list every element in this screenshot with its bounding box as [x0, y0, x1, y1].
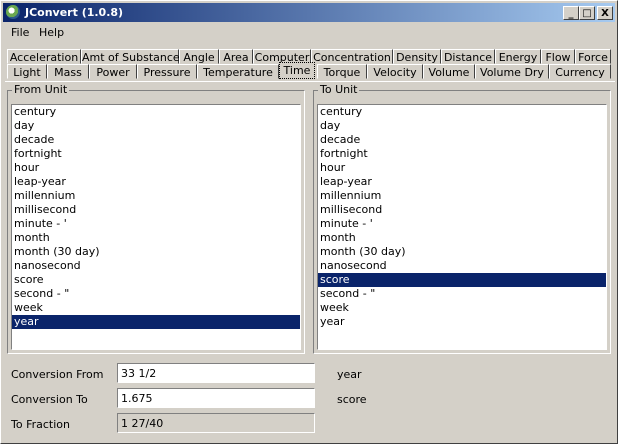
to-unit-list-item[interactable]: second - ": [318, 287, 606, 301]
to-unit-list-item[interactable]: leap-year: [318, 175, 606, 189]
tab-energy[interactable]: Energy: [495, 49, 541, 64]
to-unit-list-item[interactable]: hour: [318, 161, 606, 175]
menu-bar: File Help: [3, 23, 615, 43]
to-unit-list-item[interactable]: year: [318, 315, 606, 329]
tab-currency[interactable]: Currency: [549, 64, 611, 79]
from-unit-list-item[interactable]: leap-year: [12, 175, 300, 189]
conversion-from-label: Conversion From: [11, 368, 104, 381]
from-unit-list-item[interactable]: score: [12, 273, 300, 287]
tab-time[interactable]: Time: [279, 62, 315, 79]
menu-help-label: Help: [39, 26, 65, 39]
from-unit-list-item[interactable]: month: [12, 231, 300, 245]
tab-acceleration[interactable]: Acceleration: [7, 49, 81, 64]
tab-light[interactable]: Light: [7, 64, 47, 79]
from-unit-list-item[interactable]: day: [12, 119, 300, 133]
tab-angle[interactable]: Angle: [179, 49, 219, 64]
category-tabs: Acceleration Amt of Substance Angle Area…: [5, 47, 615, 81]
menu-help[interactable]: Help: [39, 26, 64, 39]
menu-file[interactable]: File: [11, 26, 29, 39]
conversion-to-unit: score: [337, 393, 367, 406]
to-fraction-field: 1 27/40: [117, 413, 315, 433]
from-unit-list-item[interactable]: second - ": [12, 287, 300, 301]
time-panel: From Unit century day decade fortnight hour l…: [5, 81, 615, 358]
tab-concentration[interactable]: Concentration: [311, 49, 393, 64]
to-unit-list-item[interactable]: fortnight: [318, 147, 606, 161]
minimize-button[interactable]: _: [563, 6, 579, 20]
tab-amt-of-substance[interactable]: Amt of Substance: [81, 49, 180, 64]
from-unit-list-item[interactable]: millisecond: [12, 203, 300, 217]
tab-power[interactable]: Power: [89, 64, 137, 79]
from-unit-list-item[interactable]: week: [12, 301, 300, 315]
tab-torque[interactable]: Torque: [317, 64, 367, 79]
conversion-to-field[interactable]: 1.675: [117, 388, 315, 408]
to-unit-list-item[interactable]: millisecond: [318, 203, 606, 217]
tab-volume-dry[interactable]: Volume Dry: [475, 64, 549, 79]
from-unit-list-item[interactable]: month (30 day): [12, 245, 300, 259]
to-unit-list[interactable]: century day decade fortnight hour leap-year mi…: [317, 104, 607, 350]
from-unit-list-item[interactable]: year: [12, 315, 300, 329]
from-unit-list-item[interactable]: millennium: [12, 189, 300, 203]
tab-temperature[interactable]: Temperature: [197, 64, 279, 79]
close-button[interactable]: X: [597, 6, 613, 20]
app-window: JConvert (1.0.8) _ □ X File Help Acceler…: [0, 0, 618, 444]
maximize-button[interactable]: □: [579, 6, 595, 20]
from-unit-list-item[interactable]: century: [12, 105, 300, 119]
to-unit-label: To Unit: [318, 83, 360, 96]
tab-velocity[interactable]: Velocity: [367, 64, 423, 79]
from-unit-list-item[interactable]: hour: [12, 161, 300, 175]
tab-area[interactable]: Area: [219, 49, 253, 64]
to-unit-list-item[interactable]: century: [318, 105, 606, 119]
tab-density[interactable]: Density: [393, 49, 441, 64]
from-unit-list[interactable]: century day decade fortnight hour leap-year mi…: [11, 104, 301, 350]
tab-pressure[interactable]: Pressure: [137, 64, 197, 79]
from-unit-list-item[interactable]: nanosecond: [12, 259, 300, 273]
conversion-to-label: Conversion To: [11, 393, 88, 406]
to-unit-list-item[interactable]: millennium: [318, 189, 606, 203]
from-unit-group: From Unit century day decade fortnight hour l…: [7, 83, 305, 354]
to-unit-list-item[interactable]: minute - ': [318, 217, 606, 231]
to-unit-list-item[interactable]: nanosecond: [318, 259, 606, 273]
to-unit-list-item[interactable]: day: [318, 119, 606, 133]
conversion-from-unit: year: [337, 368, 362, 381]
from-unit-list-item[interactable]: minute - ': [12, 217, 300, 231]
to-unit-list-item[interactable]: score: [318, 273, 606, 287]
from-unit-list-item[interactable]: fortnight: [12, 147, 300, 161]
to-unit-list-item[interactable]: decade: [318, 133, 606, 147]
tab-flow[interactable]: Flow: [541, 49, 575, 64]
tab-force[interactable]: Force: [575, 49, 611, 64]
to-unit-list-item[interactable]: week: [318, 301, 606, 315]
app-icon: [6, 5, 20, 19]
tab-volume[interactable]: Volume: [423, 64, 475, 79]
conversion-from-input[interactable]: 33 1/2: [117, 363, 315, 383]
from-unit-label: From Unit: [12, 83, 70, 96]
window-title: JConvert (1.0.8): [25, 6, 124, 19]
to-unit-group: To Unit century day decade fortnight hour lea…: [313, 83, 611, 354]
menu-file-label: File: [11, 26, 30, 39]
to-fraction-label: To Fraction: [11, 418, 70, 431]
to-unit-list-item[interactable]: month: [318, 231, 606, 245]
title-bar[interactable]: JConvert (1.0.8) _ □ X: [3, 3, 615, 22]
from-unit-list-item[interactable]: decade: [12, 133, 300, 147]
to-unit-list-item[interactable]: month (30 day): [318, 245, 606, 259]
tab-mass[interactable]: Mass: [47, 64, 89, 79]
tab-distance[interactable]: Distance: [441, 49, 495, 64]
